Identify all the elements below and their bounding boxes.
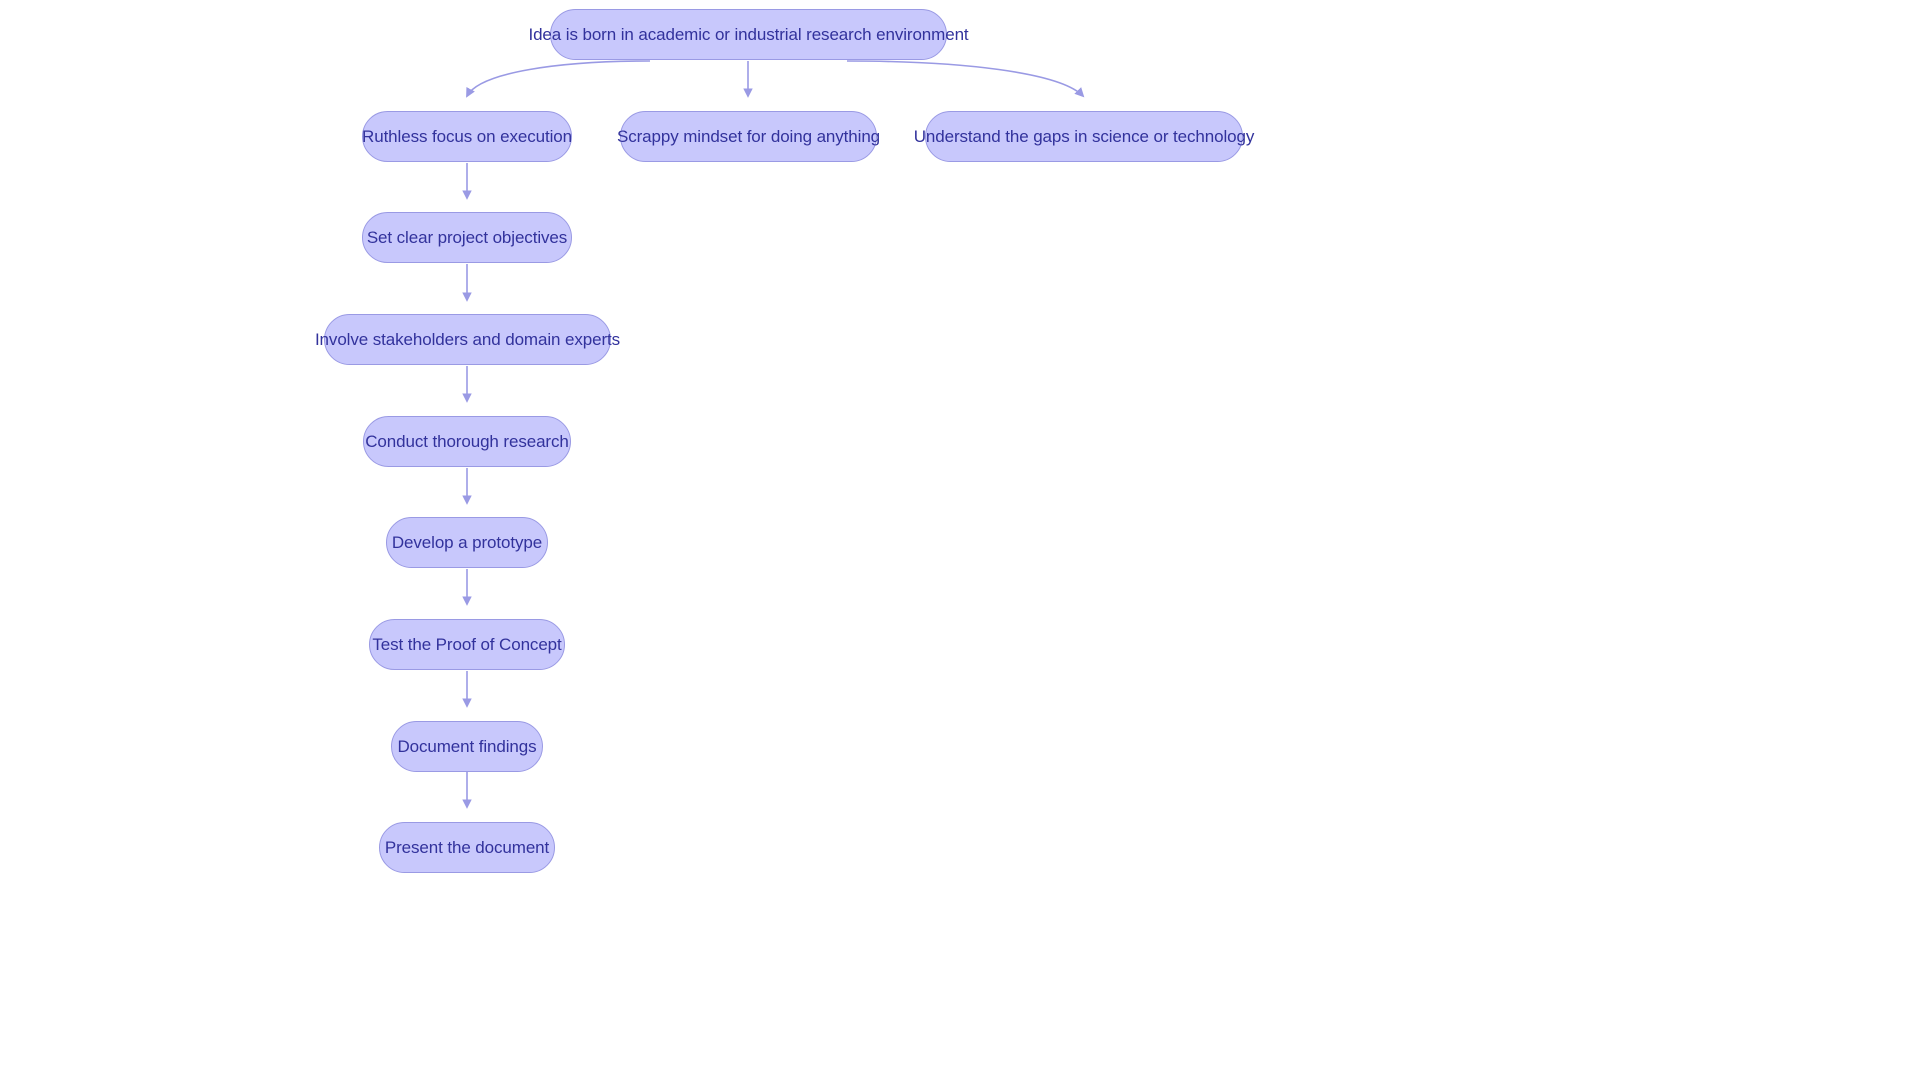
node-understand-gaps-label: Understand the gaps in science or techno… bbox=[913, 127, 1255, 146]
node-project-objectives[interactable]: Set clear project objectives bbox=[362, 212, 572, 263]
node-conduct-research-label: Conduct thorough research bbox=[365, 432, 569, 451]
edge-idea-to-gaps bbox=[846, 60, 1085, 98]
node-understand-gaps[interactable]: Understand the gaps in science or techno… bbox=[914, 111, 1254, 162]
node-idea-label: Idea is born in academic or industrial r… bbox=[528, 25, 969, 44]
node-project-objectives-label: Set clear project objectives bbox=[366, 228, 568, 247]
node-test-proof-of-concept-label: Test the Proof of Concept bbox=[372, 635, 562, 654]
node-develop-prototype-label: Develop a prototype bbox=[391, 533, 543, 552]
edge-idea-to-ruthless bbox=[466, 60, 651, 98]
node-involve-stakeholders[interactable]: Involve stakeholders and domain experts bbox=[315, 314, 620, 365]
node-document-findings-label: Document findings bbox=[397, 737, 537, 756]
node-present-document[interactable]: Present the document bbox=[379, 822, 555, 873]
flowchart-edges bbox=[462, 60, 1085, 809]
node-scrappy-mindset[interactable]: Scrappy mindset for doing anything bbox=[616, 111, 881, 162]
node-present-document-label: Present the document bbox=[384, 838, 550, 857]
node-conduct-research[interactable]: Conduct thorough research bbox=[363, 416, 571, 467]
node-scrappy-mindset-label: Scrappy mindset for doing anything bbox=[616, 127, 881, 146]
node-develop-prototype[interactable]: Develop a prototype bbox=[386, 517, 548, 568]
node-test-proof-of-concept[interactable]: Test the Proof of Concept bbox=[369, 619, 565, 670]
node-idea[interactable]: Idea is born in academic or industrial r… bbox=[528, 9, 969, 60]
node-document-findings[interactable]: Document findings bbox=[391, 721, 543, 772]
node-ruthless-focus-label: Ruthless focus on execution bbox=[362, 127, 572, 146]
node-involve-stakeholders-label: Involve stakeholders and domain experts bbox=[314, 330, 621, 349]
flowchart-canvas: Idea is born in academic or industrial r… bbox=[0, 0, 1920, 1080]
node-ruthless-focus[interactable]: Ruthless focus on execution bbox=[362, 111, 572, 162]
